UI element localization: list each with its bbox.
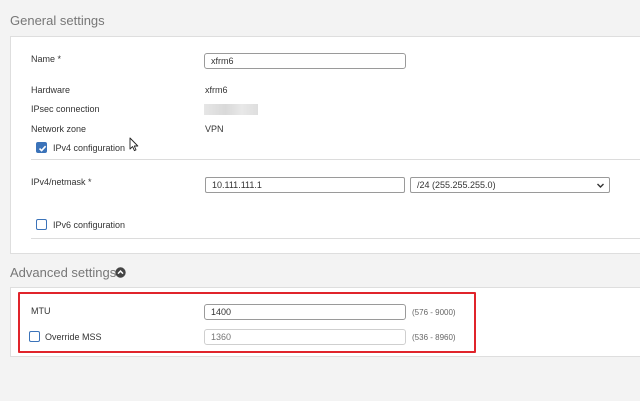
advanced-settings-title[interactable]: Advanced settings xyxy=(10,265,116,280)
chevron-up-circle-icon[interactable] xyxy=(115,267,126,278)
general-settings-title: General settings xyxy=(10,13,105,28)
ipv4-address-input[interactable] xyxy=(205,177,405,193)
chevron-down-icon xyxy=(597,183,604,188)
ipv4-divider xyxy=(31,159,640,160)
ipv6-configuration-checkbox[interactable] xyxy=(36,219,47,230)
ipv6-divider xyxy=(31,238,640,239)
name-input[interactable] xyxy=(204,53,406,69)
ipsec-connection-label: IPsec connection xyxy=(31,104,100,114)
ipv6-configuration-label[interactable]: IPv6 configuration xyxy=(53,220,125,230)
network-zone-label: Network zone xyxy=(31,124,87,134)
hardware-label: Hardware xyxy=(31,85,71,95)
netmask-select[interactable]: /24 (255.255.255.0) xyxy=(410,177,610,193)
ipv4-configuration-label[interactable]: IPv4 configuration xyxy=(53,143,125,153)
ipv4-configuration-checkbox[interactable] xyxy=(36,142,47,153)
network-zone-value: VPN xyxy=(205,124,224,134)
checkmark-icon xyxy=(38,145,47,152)
ipv4-netmask-label: IPv4/netmask * xyxy=(31,177,92,187)
ipsec-connection-redacted xyxy=(204,104,258,115)
hardware-value: xfrm6 xyxy=(205,85,228,95)
advanced-settings-highlight-box xyxy=(18,292,476,353)
netmask-select-value: /24 (255.255.255.0) xyxy=(417,180,496,190)
mouse-pointer-icon xyxy=(129,137,139,152)
name-label: Name * xyxy=(31,54,62,64)
general-settings-panel: Name * Hardware xfrm6 IPsec connection N… xyxy=(10,36,640,254)
